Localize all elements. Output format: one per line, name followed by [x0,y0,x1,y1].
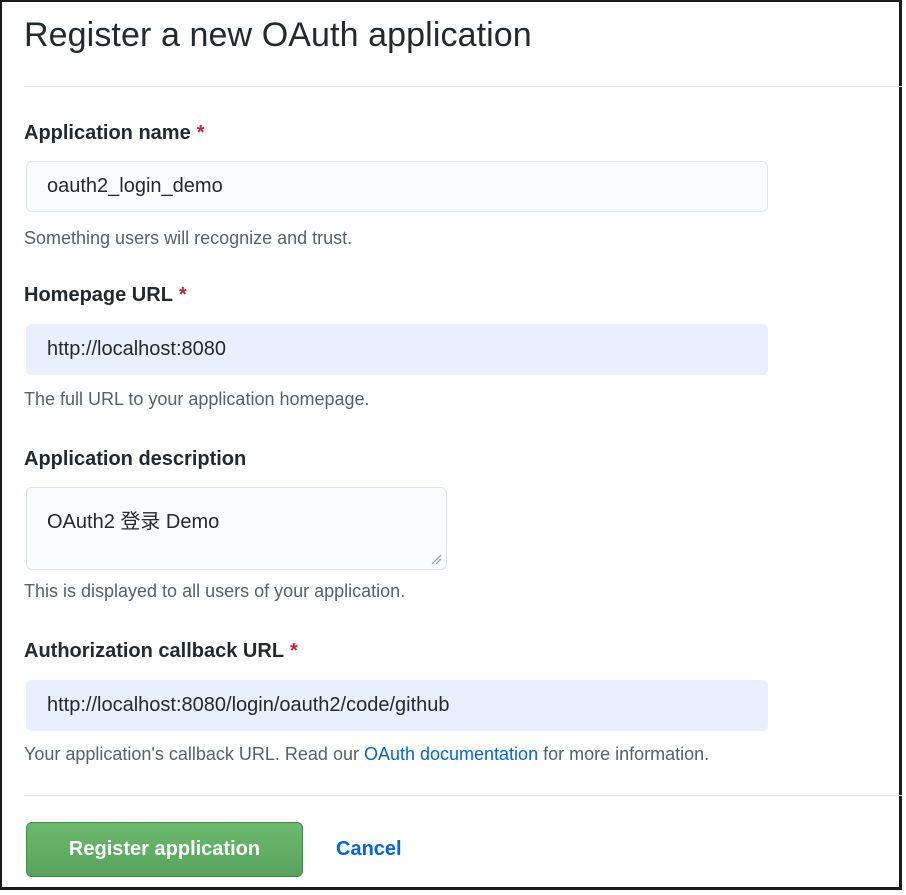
footer-divider [24,795,902,796]
homepage-url-field[interactable] [26,324,768,375]
header-divider [24,86,902,87]
app-name-label-text: Application name [24,122,191,144]
oauth-documentation-link[interactable]: OAuth documentation [364,744,538,764]
required-marker: * [196,122,205,144]
description-label: Application description [24,448,246,471]
description-note: This is displayed to all users of your a… [24,581,406,601]
resize-grip-icon[interactable] [430,553,442,565]
required-marker: * [178,284,187,306]
callback-note-text: Your application's callback URL. Read ou… [24,744,364,764]
callback-url-field[interactable] [26,680,768,731]
callback-url-label: Authorization callback URL * [24,640,298,663]
callback-note-text-end: for more information. [538,744,710,764]
cancel-link[interactable]: Cancel [336,838,402,861]
app-name-label: Application name * [24,122,205,145]
homepage-url-label-text: Homepage URL [24,284,173,306]
callback-url-note: Your application's callback URL. Read ou… [24,744,709,765]
required-marker: * [290,640,298,662]
app-name-field[interactable] [26,161,768,212]
page-title: Register a new OAuth application [24,16,532,54]
description-label-text: Application description [24,448,247,470]
form-page: Register a new OAuth application Applica… [0,0,902,890]
app-name-note: Something users will recognize and trust… [24,228,353,248]
homepage-url-note: The full URL to your application homepag… [24,389,370,409]
description-field[interactable]: OAuth2 登录 Demo [26,487,447,570]
register-application-button[interactable]: Register application [26,822,303,877]
homepage-url-label: Homepage URL * [24,284,187,307]
callback-url-label-text: Authorization callback URL [24,640,285,662]
